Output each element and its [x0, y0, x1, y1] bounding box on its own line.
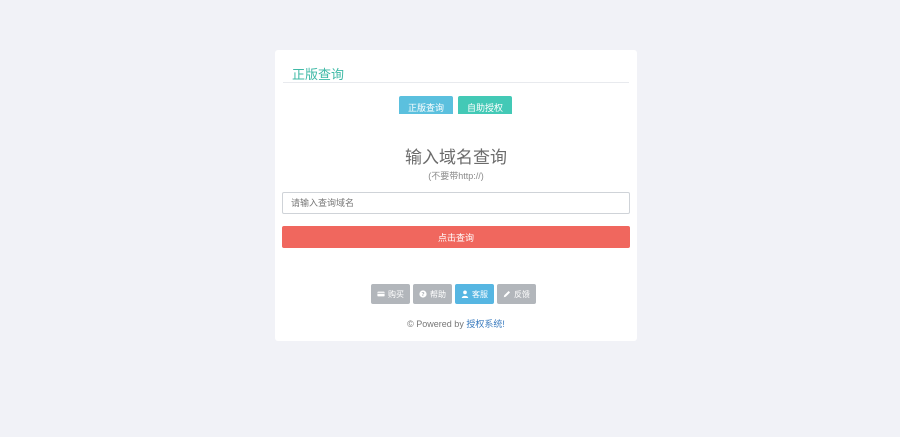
question-icon: ?	[419, 290, 427, 298]
authorization-system-link[interactable]: 授权系统!	[466, 319, 505, 329]
footer-button-group: 购买 ? 帮助 客服 反馈	[371, 284, 536, 304]
query-hint: (不要带http://)	[428, 171, 484, 181]
customer-service-button[interactable]: 客服	[455, 284, 494, 304]
query-submit-button[interactable]: 点击查询	[282, 226, 630, 248]
feedback-label: 反馈	[514, 289, 530, 299]
feedback-button[interactable]: 反馈	[497, 284, 536, 304]
buy-button[interactable]: 购买	[371, 284, 410, 304]
powered-by-text: © Powered by	[407, 319, 467, 329]
svg-text:?: ?	[421, 292, 424, 298]
domain-search-input[interactable]	[282, 192, 630, 214]
query-card: 正版查询 正版查询 自助授权 输入域名查询 (不要带http://) 点击查询 …	[275, 50, 637, 341]
help-button[interactable]: ? 帮助	[413, 284, 452, 304]
help-label: 帮助	[430, 289, 446, 299]
powered-by-footer: © Powered by 授权系统!	[275, 317, 637, 330]
query-headline: 输入域名查询	[405, 148, 507, 167]
pencil-icon	[503, 290, 511, 298]
title-divider	[283, 82, 629, 83]
tab-overlay	[395, 114, 520, 122]
card-icon	[377, 291, 385, 297]
buy-label: 购买	[388, 289, 404, 299]
card-title: 正版查询	[292, 67, 345, 82]
customer-service-label: 客服	[472, 289, 488, 299]
user-icon	[461, 290, 469, 298]
